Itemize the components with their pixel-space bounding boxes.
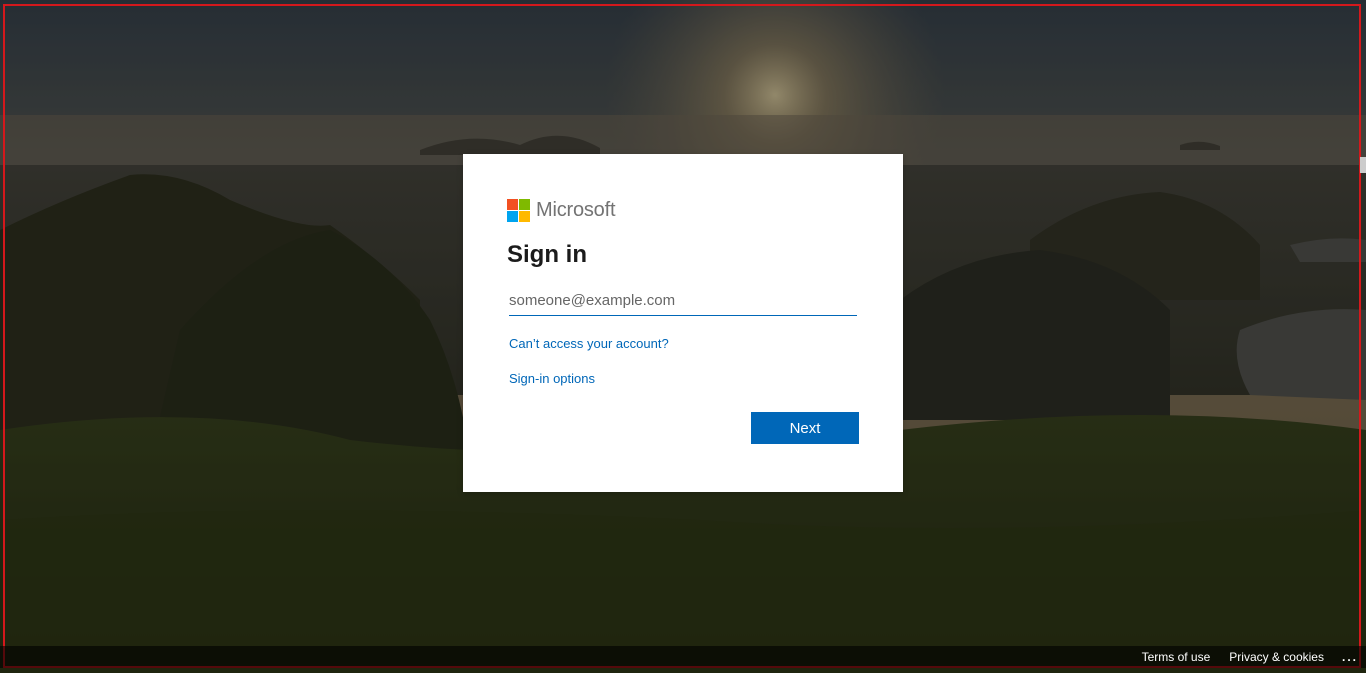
sign-in-card: Microsoft Sign in Can’t access your acco… [463,154,903,492]
microsoft-logo-icon [507,198,530,222]
cant-access-account-link[interactable]: Can’t access your account? [509,336,859,351]
sign-in-page: Microsoft Sign in Can’t access your acco… [0,0,1366,673]
sign-in-options-link[interactable]: Sign-in options [509,371,859,386]
page-title: Sign in [507,241,587,268]
email-input[interactable] [509,285,857,316]
more-options-icon[interactable]: ... [1342,650,1358,664]
logo-square-blue [507,210,518,222]
privacy-cookies-link[interactable]: Privacy & cookies [1229,650,1324,664]
next-button[interactable]: Next [751,412,859,444]
terms-of-use-link[interactable]: Terms of use [1142,650,1211,664]
scroll-edge-handle[interactable] [1360,157,1366,173]
logo-square-red [507,198,518,210]
card-actions: Next [751,412,859,444]
brand-header: Microsoft [507,198,859,222]
logo-square-green [519,198,530,210]
brand-name: Microsoft [536,198,616,221]
page-footer: Terms of use Privacy & cookies ... [0,646,1366,668]
logo-square-yellow [519,210,530,222]
